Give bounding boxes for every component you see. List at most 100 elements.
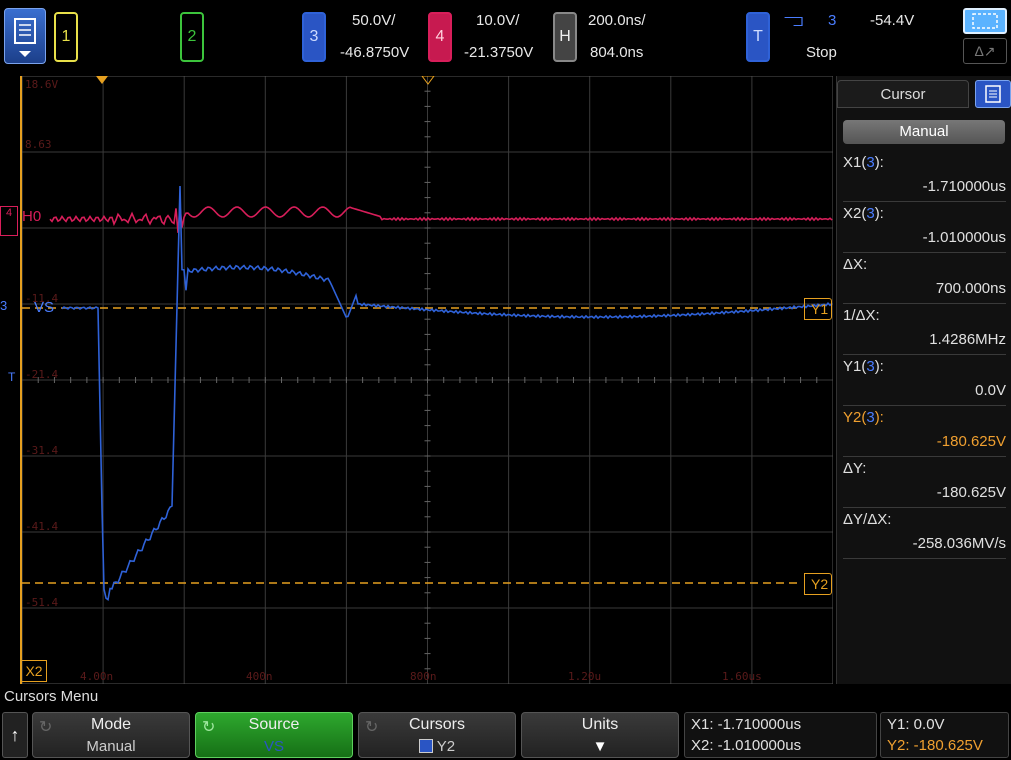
channel-1-label: 1 [61, 28, 71, 45]
trigger-level-marker[interactable]: T [8, 370, 15, 384]
softkey-menu-title: Cursors Menu [4, 688, 99, 705]
cursor-y2-label: Y2 [811, 576, 829, 592]
checkbox-icon [418, 739, 433, 753]
channel-1-button[interactable]: 1 [54, 12, 78, 62]
readout-y1: Y1: 0.0V [887, 716, 945, 733]
softkey-cursors[interactable]: ↻ Cursors Y2 [358, 712, 516, 758]
measurement-label-end: ): [874, 409, 884, 426]
main-menu-button[interactable] [4, 8, 46, 64]
channel-3-name: VS [34, 299, 55, 316]
measurement-value: -1.710000us [922, 178, 1006, 195]
measurement-label-text: X2( [843, 205, 867, 222]
measurement-value: 0.0V [975, 382, 1006, 399]
measurement-label: X1(3): [843, 154, 884, 171]
x-label-2: 800n [410, 670, 437, 683]
measurement-label-text: 1/ΔX: [843, 307, 880, 324]
channel-4-label: 4 [435, 28, 445, 45]
horizontal-scale: 200.0ns/ [588, 12, 646, 29]
trigger-label: T [753, 28, 763, 45]
channel-4-button[interactable]: 4 [428, 12, 452, 62]
softkey-cursors-value-wrap: Y2 [359, 738, 515, 755]
channel-4-trace [49, 205, 833, 233]
cursor-x2-tag[interactable]: X2 [21, 660, 47, 682]
cursor-measurement-row: Y2(3): -180.625V [843, 407, 1006, 457]
measure-tool-button[interactable]: Δ↗ [963, 38, 1007, 64]
y-label-0: 18.6V [25, 78, 59, 91]
waveform-display[interactable]: 18.6V 8.63 -11.4 -21.4 -31.4 -41.4 -51.4… [20, 76, 833, 684]
list-icon [985, 85, 1001, 103]
softkey-mode[interactable]: ↻ Mode Manual [32, 712, 190, 758]
menu-list-icon [14, 18, 36, 57]
menu-up-button[interactable]: ↑ [2, 712, 28, 758]
softkey-source[interactable]: ↻ Source VS [195, 712, 353, 758]
channel-2-button[interactable]: 2 [180, 12, 204, 62]
horizontal-label: H [559, 28, 571, 45]
horizontal-delay: 804.0ns [590, 44, 644, 61]
measurement-channel: 3 [866, 409, 875, 426]
cursor-measurement-row: 1/ΔX: 1.4286MHz [843, 305, 1006, 355]
x-label-0: 4.00n [80, 670, 114, 683]
channel-4-marker-tag: 4 [5, 207, 13, 219]
softkey-units-title: Units [581, 716, 619, 733]
measurement-label-text: Y1( [843, 358, 867, 375]
softkey-units[interactable]: Units ▼ [521, 712, 679, 758]
y-label-6: -41.4 [25, 520, 59, 533]
cursor-y-readout: Y1: 0.0V Y2: -180.625V [880, 712, 1009, 758]
top-status-bar: 1 2 3 50.0V/ -46.8750V 4 10.0V/ -21.3750… [0, 0, 1011, 76]
cursor-y2-tag[interactable]: Y2 [804, 573, 832, 595]
trigger-button[interactable]: T [746, 12, 770, 62]
softkey-cursors-value: Y2 [436, 738, 456, 755]
side-panel-menu-button[interactable] [975, 80, 1011, 108]
channel-4-name: H0 [22, 208, 42, 225]
channel-3-trace [61, 185, 833, 602]
cursor-y1-label: Y1 [811, 301, 829, 317]
measurement-label: ΔY: [843, 460, 866, 477]
measurement-label-text: X1( [843, 154, 867, 171]
measurement-label-text: ΔY: [843, 460, 867, 477]
cursor-select-tool-button[interactable] [963, 8, 1007, 34]
trigger-source: 3 [828, 12, 837, 29]
selection-box-icon [972, 13, 998, 29]
channel-4-offset: -21.3750V [464, 44, 534, 61]
measurement-label: 1/ΔX: [843, 307, 880, 324]
run-state: Stop [806, 44, 837, 61]
channel-4-scale: 10.0V/ [476, 12, 520, 29]
y-label-1: 8.63 [25, 138, 52, 151]
horizontal-button[interactable]: H [553, 12, 577, 62]
measurement-value: -180.625V [936, 484, 1006, 501]
readout-x1: X1: -1.710000us [691, 716, 802, 733]
measurement-channel: 3 [866, 205, 875, 222]
measurement-label-end: ): [874, 154, 884, 171]
measurement-channel: 3 [866, 154, 875, 171]
measurement-label-end: ): [874, 205, 884, 222]
trigger-level: -54.4V [870, 12, 915, 29]
y-label-4: -21.4 [25, 368, 59, 381]
measurement-label: ΔY/ΔX: [843, 511, 891, 528]
cursor-x-readout: X1: -1.710000us X2: -1.010000us [684, 712, 877, 758]
cursor-y1-tag[interactable]: Y1 [804, 298, 832, 320]
cursor-x2-label: X2 [25, 663, 43, 679]
softkey-source-title: Source [248, 716, 300, 733]
cursor-measurement-row: ΔY: -180.625V [843, 458, 1006, 508]
softkey-source-value: VS [263, 738, 284, 755]
cursor-mode-button[interactable]: Manual [843, 120, 1005, 144]
graticule-grid [22, 76, 833, 684]
channel-3-offset: -46.8750V [340, 44, 410, 61]
measure-delta-icon: Δ↗ [974, 43, 996, 59]
x-label-3: 1.20u [568, 670, 602, 683]
channel-3-button[interactable]: 3 [302, 12, 326, 62]
cursor-measurement-row: ΔY/ΔX: -258.036MV/s [843, 509, 1006, 559]
cursor-measurement-row: X2(3): -1.010000us [843, 203, 1006, 253]
readout-x2: X2: -1.010000us [691, 737, 802, 754]
measurement-channel: 3 [866, 358, 875, 375]
channel-4-ground-marker[interactable]: 4 [0, 206, 18, 236]
cursor-measurement-row: X1(3): -1.710000us [843, 152, 1006, 202]
softkey-mode-value: Manual [86, 738, 136, 755]
channel-2-label: 2 [187, 28, 197, 45]
channel-3-marker-tag: 3 [0, 298, 8, 313]
channel-3-scale: 50.0V/ [352, 12, 396, 29]
channel-3-ground-marker[interactable]: 3 [0, 298, 7, 313]
measurement-label-text: Y2( [843, 409, 867, 426]
x-label-1: 400n [246, 670, 273, 683]
cursor-measurement-row: Y1(3): 0.0V [843, 356, 1006, 406]
